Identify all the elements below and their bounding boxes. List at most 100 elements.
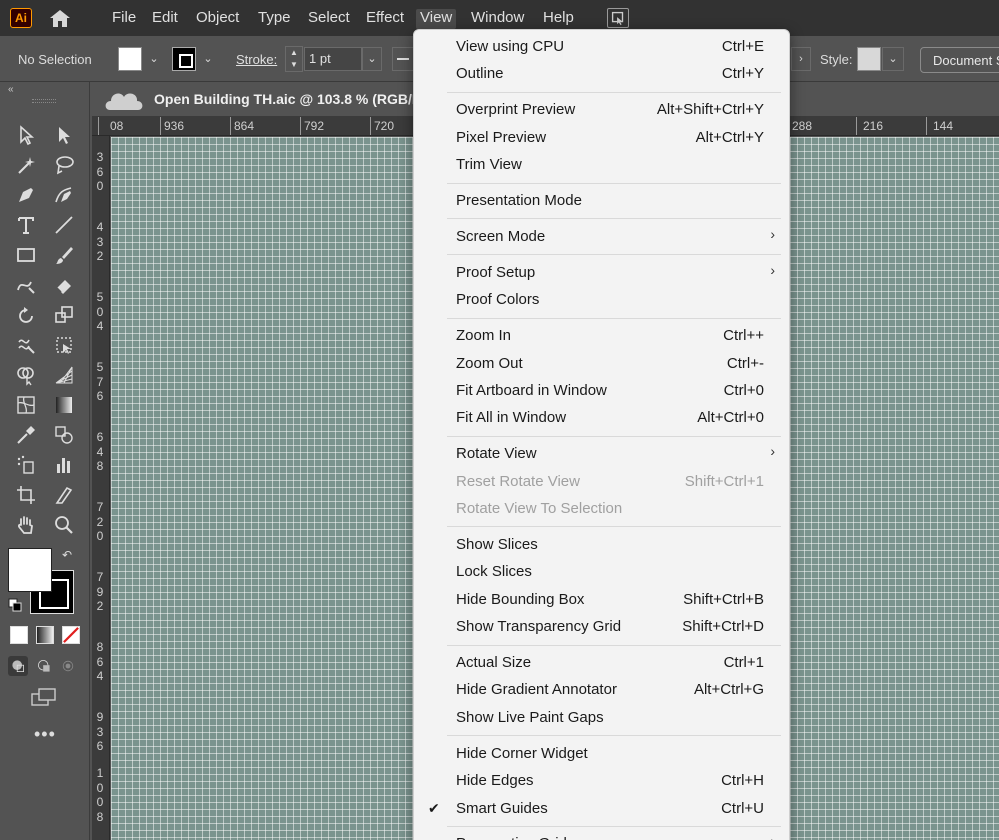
menu-item-fit-all-in-window[interactable]: Fit All in Window Alt+Ctrl+0: [414, 404, 789, 431]
draw-normal-icon[interactable]: [8, 656, 28, 676]
line-segment-tool-icon[interactable]: [51, 212, 77, 238]
shape-builder-tool-icon[interactable]: [13, 362, 39, 388]
perspective-grid-tool-icon[interactable]: [51, 362, 77, 388]
menu-window[interactable]: Window: [469, 9, 526, 29]
menu-item-screen-mode[interactable]: Screen Mode ›: [414, 223, 789, 250]
menu-item-outline[interactable]: Outline Ctrl+Y: [414, 60, 789, 87]
curvature-tool-icon[interactable]: [51, 182, 77, 208]
menu-item-presentation-mode[interactable]: Presentation Mode: [414, 187, 789, 214]
menu-item-proof-colors[interactable]: Proof Colors: [414, 286, 789, 313]
zoom-tool-icon[interactable]: [51, 512, 77, 538]
free-transform-tool-icon[interactable]: [51, 332, 77, 358]
gradient-tool-icon[interactable]: [51, 392, 77, 418]
style-dropdown-icon[interactable]: ⌄: [882, 47, 904, 71]
panel-grip[interactable]: [32, 99, 56, 103]
menu-item-actual-size[interactable]: Actual Size Ctrl+1: [414, 649, 789, 676]
fill-color-swatch[interactable]: [118, 47, 142, 71]
collapse-panel-icon[interactable]: «: [8, 84, 14, 95]
menu-item-show-live-paint-gaps[interactable]: Show Live Paint Gaps: [414, 704, 789, 731]
menu-item-hide-bounding-box[interactable]: Hide Bounding Box Shift+Ctrl+B: [414, 586, 789, 613]
document-setup-button[interactable]: Document Setup: [920, 47, 999, 73]
graphic-style-swatch[interactable]: [857, 47, 881, 71]
rotate-tool-icon[interactable]: [13, 302, 39, 328]
lasso-tool-icon[interactable]: [51, 152, 77, 178]
menu-file[interactable]: File: [110, 9, 138, 29]
shaper-tool-icon[interactable]: [13, 272, 39, 298]
draw-inside-icon[interactable]: [58, 656, 78, 676]
menu-item-show-slices[interactable]: Show Slices: [414, 531, 789, 558]
menu-item-zoom-out[interactable]: Zoom Out Ctrl+-: [414, 350, 789, 377]
none-mode-button[interactable]: [62, 626, 80, 644]
swap-fill-stroke-icon[interactable]: ↶: [62, 548, 76, 562]
vertical-ruler[interactable]: 360 432 504 576 648 720 792 864 936 1008: [92, 136, 110, 840]
fill-dropdown-icon[interactable]: ⌄: [146, 50, 162, 68]
menu-item-smart-guides[interactable]: ✔ Smart Guides Ctrl+U: [414, 795, 789, 822]
menu-item-hide-edges[interactable]: Hide Edges Ctrl+H: [414, 767, 789, 794]
menu-item-overprint-preview[interactable]: Overprint Preview Alt+Shift+Ctrl+Y: [414, 96, 789, 123]
warp-tool-icon[interactable]: [13, 332, 39, 358]
menu-select[interactable]: Select: [306, 9, 352, 29]
mesh-tool-icon[interactable]: [13, 392, 39, 418]
ruler-label: 792: [304, 119, 325, 133]
menu-object[interactable]: Object: [194, 9, 241, 29]
rectangle-tool-icon[interactable]: [13, 242, 39, 268]
menu-separator: [447, 735, 781, 737]
menu-item-hide-corner-widget[interactable]: Hide Corner Widget: [414, 740, 789, 767]
column-graph-tool-icon[interactable]: [51, 452, 77, 478]
fill-color-box[interactable]: [8, 548, 52, 592]
menu-item-label: Fit All in Window: [456, 409, 567, 427]
magic-wand-tool-icon[interactable]: [13, 152, 39, 178]
eraser-tool-icon[interactable]: [51, 272, 77, 298]
scale-tool-icon[interactable]: [51, 302, 77, 328]
blend-tool-icon[interactable]: [51, 422, 77, 448]
pen-tool-icon[interactable]: [13, 182, 39, 208]
default-fill-stroke-icon[interactable]: [8, 598, 22, 612]
artboard-tool-icon[interactable]: [13, 482, 39, 508]
menu-item-shortcut: Ctrl+Y: [721, 65, 764, 83]
eyedropper-tool-icon[interactable]: [13, 422, 39, 448]
menu-item-hide-gradient-annotator[interactable]: Hide Gradient Annotator Alt+Ctrl+G: [414, 676, 789, 703]
stroke-color-swatch[interactable]: [172, 47, 196, 71]
menu-help[interactable]: Help: [541, 9, 576, 29]
stroke-weight-input[interactable]: 1 pt: [304, 47, 362, 71]
menu-item-pixel-preview[interactable]: Pixel Preview Alt+Ctrl+Y: [414, 124, 789, 151]
menu-item-perspective-grid[interactable]: Perspective Grid ›: [414, 830, 789, 840]
selection-tool-icon[interactable]: [13, 122, 39, 148]
document-tab[interactable]: Open Building TH.aic @ 103.8 % (RGB/Prev…: [92, 82, 470, 116]
menu-effect[interactable]: Effect: [364, 9, 406, 29]
menu-edit[interactable]: Edit: [150, 9, 180, 29]
menu-view[interactable]: View: [416, 9, 457, 29]
edit-toolbar-button[interactable]: •••: [34, 724, 56, 745]
variable-width-profile[interactable]: [392, 47, 414, 71]
ruler-label: 576: [96, 360, 104, 403]
menu-item-shortcut: Ctrl+U: [721, 799, 764, 817]
menu-item-rotate-view[interactable]: Rotate View ›: [414, 440, 789, 467]
screen-mode-icon[interactable]: [30, 687, 58, 707]
color-mode-button[interactable]: [10, 626, 28, 644]
menu-separator: [447, 644, 781, 646]
stroke-label[interactable]: Stroke:: [236, 52, 277, 67]
draw-behind-icon[interactable]: [34, 656, 54, 676]
symbol-sprayer-tool-icon[interactable]: [13, 452, 39, 478]
type-tool-icon[interactable]: [13, 212, 39, 238]
stroke-weight-stepper[interactable]: ▲ ▼: [285, 46, 303, 72]
menu-item-proof-setup[interactable]: Proof Setup ›: [414, 259, 789, 286]
menu-item-zoom-in[interactable]: Zoom In Ctrl++: [414, 322, 789, 349]
menu-item-view-using-cpu[interactable]: View using CPU Ctrl+E: [414, 33, 789, 60]
direct-selection-tool-icon[interactable]: [51, 122, 77, 148]
app-logo: Ai: [10, 8, 32, 28]
chevron-right-icon[interactable]: ›: [791, 47, 811, 71]
stroke-weight-dropdown-icon[interactable]: ⌄: [362, 47, 382, 71]
menu-type[interactable]: Type: [256, 9, 293, 29]
menu-item-trim-view[interactable]: Trim View: [414, 151, 789, 178]
menu-item-lock-slices[interactable]: Lock Slices: [414, 558, 789, 585]
stroke-dropdown-icon[interactable]: ⌄: [200, 50, 216, 68]
home-icon[interactable]: [48, 8, 72, 28]
menu-item-fit-artboard-in-window[interactable]: Fit Artboard in Window Ctrl+0: [414, 377, 789, 404]
arrange-documents-icon[interactable]: [607, 8, 629, 28]
slice-tool-icon[interactable]: [51, 482, 77, 508]
gradient-mode-button[interactable]: [36, 626, 54, 644]
paintbrush-tool-icon[interactable]: [51, 242, 77, 268]
hand-tool-icon[interactable]: [13, 512, 39, 538]
menu-item-show-transparency-grid[interactable]: Show Transparency Grid Shift+Ctrl+D: [414, 613, 789, 640]
